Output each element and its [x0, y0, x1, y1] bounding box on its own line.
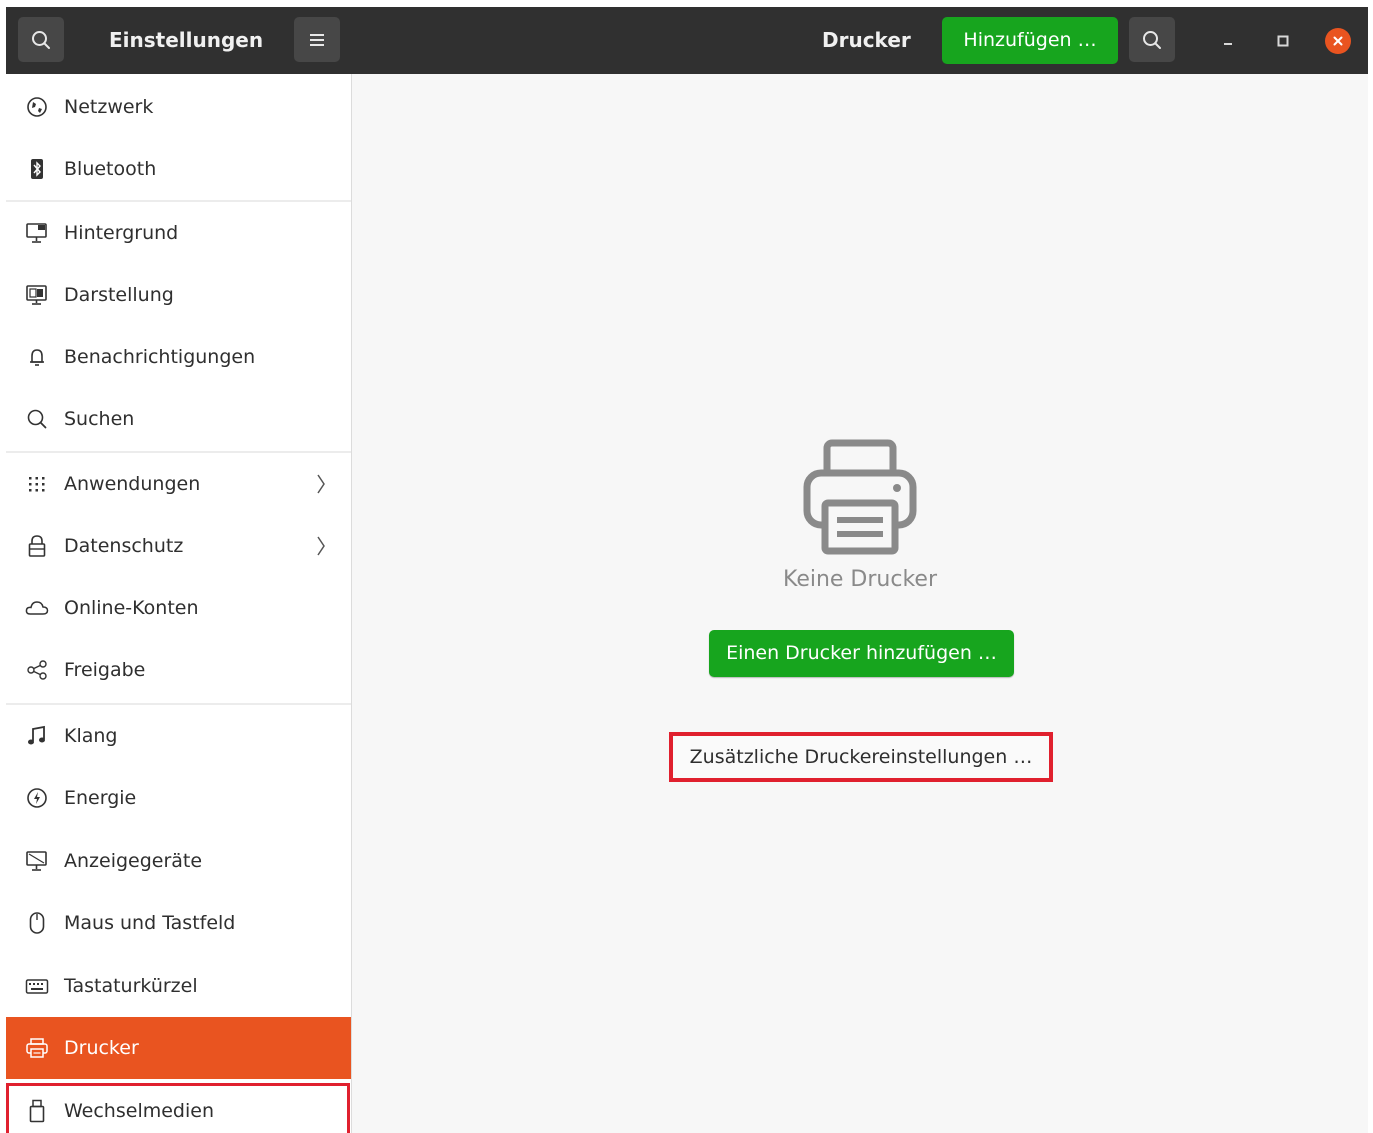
sidebar-item-removable-media[interactable]: Wechselmedien [6, 1080, 351, 1133]
sidebar-item-label: Hintergrund [64, 222, 179, 244]
sidebar-item-keyboard-shortcuts[interactable]: Tastaturkürzel [6, 955, 351, 1017]
power-icon [25, 786, 49, 810]
sidebar-item-label: Wechselmedien [64, 1100, 214, 1122]
sidebar-item-applications[interactable]: Anwendungen [6, 453, 351, 515]
search-icon [25, 407, 49, 431]
additional-printer-settings-button[interactable]: Zusätzliche Druckereinstellungen … [669, 732, 1053, 782]
sidebar-item-printers[interactable]: Drucker [6, 1017, 351, 1079]
header-bar: Einstellungen Drucker Hinzufügen … [6, 7, 1368, 74]
search-button[interactable] [1129, 17, 1175, 62]
minimize-button[interactable] [1214, 27, 1242, 55]
printer-icon [803, 439, 917, 555]
bell-icon [25, 345, 49, 369]
maximize-button[interactable] [1269, 27, 1297, 55]
sidebar-item-label: Anzeigegeräte [64, 850, 203, 872]
sidebar-item-online-accounts[interactable]: Online-Konten [6, 577, 351, 639]
settings-window: Einstellungen Drucker Hinzufügen … Netzw… [6, 7, 1368, 1133]
sidebar: Netzwerk Bluetooth Hintergrund Darstellu… [6, 74, 352, 1133]
chevron-right-icon [311, 472, 331, 496]
sidebar-item-label: Drucker [64, 1037, 139, 1059]
app-title: Einstellungen [109, 28, 264, 52]
add-button[interactable]: Hinzufügen … [942, 17, 1118, 64]
sidebar-item-bluetooth[interactable]: Bluetooth [6, 138, 351, 200]
sidebar-item-label: Bluetooth [64, 158, 157, 180]
printers-panel: Keine Drucker Einen Drucker hinzufügen …… [352, 74, 1368, 1133]
add-printer-button[interactable]: Einen Drucker hinzufügen … [709, 630, 1014, 677]
sidebar-item-privacy[interactable]: Datenschutz [6, 515, 351, 577]
sidebar-item-label: Darstellung [64, 284, 174, 306]
sidebar-item-label: Freigabe [64, 659, 146, 681]
sidebar-item-label: Online-Konten [64, 597, 199, 619]
printer-icon [25, 1036, 49, 1060]
minimize-icon [1221, 34, 1235, 48]
appearance-icon [25, 283, 49, 307]
removable-media-icon [25, 1099, 49, 1123]
sidebar-search-button[interactable] [18, 17, 64, 62]
apps-grid-icon [25, 472, 49, 496]
sidebar-item-mouse-touchpad[interactable]: Maus und Tastfeld [6, 892, 351, 954]
close-icon [1325, 28, 1351, 54]
music-note-icon [25, 724, 49, 748]
mouse-icon [25, 911, 49, 935]
sidebar-item-label: Energie [64, 787, 137, 809]
cloud-icon [25, 596, 49, 620]
menu-button[interactable] [294, 17, 340, 62]
sidebar-item-sound[interactable]: Klang [6, 705, 351, 767]
sidebar-item-label: Klang [64, 725, 118, 747]
network-globe-icon [25, 95, 49, 119]
maximize-icon [1276, 34, 1290, 48]
background-monitor-icon [25, 221, 49, 245]
sidebar-item-label: Benachrichtigungen [64, 346, 256, 368]
sidebar-item-search[interactable]: Suchen [6, 388, 351, 450]
search-icon [30, 29, 52, 51]
sidebar-item-label: Netzwerk [64, 96, 154, 118]
sidebar-item-label: Anwendungen [64, 473, 201, 495]
chevron-right-icon [311, 534, 331, 558]
bluetooth-icon [25, 157, 49, 181]
sidebar-item-background[interactable]: Hintergrund [6, 202, 351, 264]
sidebar-item-notifications[interactable]: Benachrichtigungen [6, 326, 351, 388]
sidebar-item-label: Suchen [64, 408, 135, 430]
page-title: Drucker [822, 28, 911, 52]
keyboard-icon [25, 974, 49, 998]
sidebar-item-displays[interactable]: Anzeigegeräte [6, 830, 351, 892]
sidebar-item-appearance[interactable]: Darstellung [6, 264, 351, 326]
sidebar-item-network[interactable]: Netzwerk [6, 76, 351, 138]
share-icon [25, 658, 49, 682]
sidebar-item-label: Maus und Tastfeld [64, 912, 236, 934]
search-icon [1141, 29, 1163, 51]
sidebar-item-label: Datenschutz [64, 535, 184, 557]
display-icon [25, 849, 49, 873]
close-button[interactable] [1324, 27, 1352, 55]
sidebar-item-power[interactable]: Energie [6, 767, 351, 829]
empty-state-label: Keine Drucker [782, 567, 937, 592]
sidebar-item-label: Tastaturkürzel [64, 975, 198, 997]
lock-icon [25, 534, 49, 558]
hamburger-menu-icon [309, 33, 325, 47]
sidebar-item-sharing[interactable]: Freigabe [6, 639, 351, 701]
